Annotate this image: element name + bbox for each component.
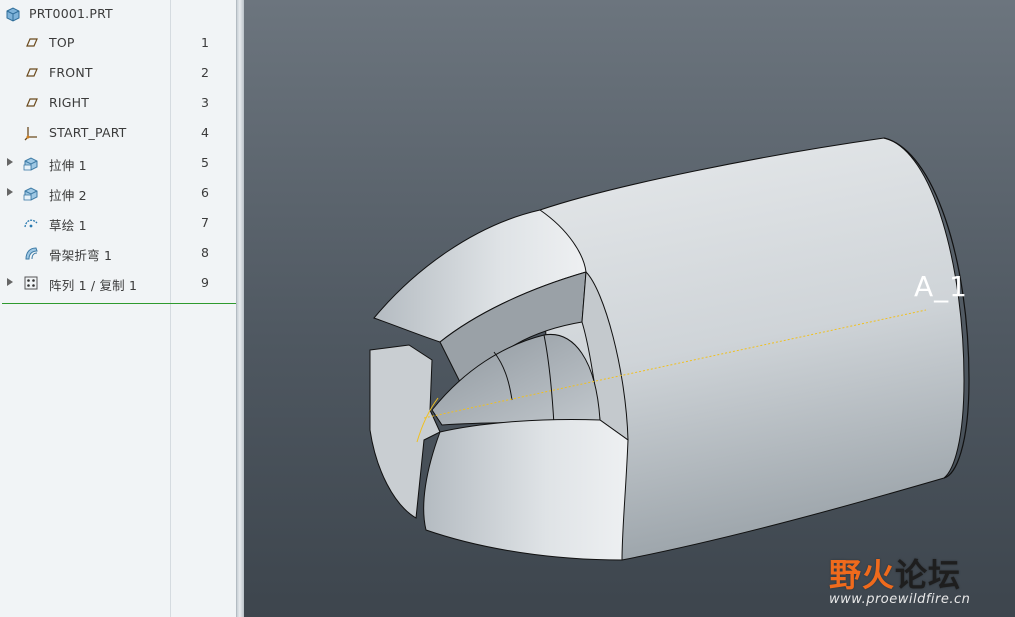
extrude-icon <box>23 187 38 201</box>
part-model-render[interactable] <box>244 0 1015 617</box>
tree-item-label: FRONT <box>49 65 93 80</box>
tree-item-label: TOP <box>49 35 75 50</box>
coordinate-system-icon <box>24 127 37 141</box>
tree-item-number: 1 <box>201 35 209 50</box>
spinal-bend-icon <box>25 247 38 260</box>
tree-root-part[interactable]: PRT0001.PRT <box>0 0 236 28</box>
extrude-icon <box>23 157 38 171</box>
watermark-logo-rest: 论坛 <box>895 556 962 594</box>
tree-item-1[interactable]: TOP 1 <box>0 28 236 58</box>
datum-plane-icon <box>26 98 38 107</box>
datum-plane-icon <box>26 68 38 77</box>
tree-item-number: 7 <box>201 215 209 230</box>
expand-arrow-icon[interactable] <box>7 278 13 286</box>
tree-item-label: 拉伸 2 <box>49 188 87 203</box>
tree-item-8[interactable]: 骨架折弯 1 8 <box>0 238 236 268</box>
pane-splitter[interactable] <box>236 0 244 617</box>
tree-item-number: 9 <box>201 275 209 290</box>
pattern-icon <box>24 276 38 290</box>
tree-item-number: 4 <box>201 125 209 140</box>
tree-item-label: RIGHT <box>49 95 90 110</box>
axis-label-a1: A_1 <box>914 270 968 303</box>
tree-item-label: 骨架折弯 1 <box>49 248 113 263</box>
tree-item-number: 8 <box>201 245 209 260</box>
model-tree: PRT0001.PRT TOP 1 FRONT 2 RIGHT 3 START_PART 4 拉… <box>0 0 236 617</box>
watermark-logo: 野火论坛 <box>829 550 961 596</box>
tree-item-number: 2 <box>201 65 209 80</box>
tree-root-label: PRT0001.PRT <box>29 6 113 21</box>
tree-item-9[interactable]: 阵列 1 / 复制 1 9 <box>0 268 236 298</box>
watermark-url: www.proewildfire.cn <box>829 592 971 607</box>
tree-item-5[interactable]: 拉伸 1 5 <box>0 148 236 178</box>
tree-item-number: 5 <box>201 155 209 170</box>
expand-arrow-icon[interactable] <box>7 158 13 166</box>
tree-insert-line <box>2 303 236 304</box>
tree-item-4[interactable]: START_PART 4 <box>0 118 236 148</box>
expand-arrow-icon[interactable] <box>7 188 13 196</box>
tree-item-label: START_PART <box>49 125 127 140</box>
lower-lobe <box>423 419 629 561</box>
watermark: 野火论坛 www.proewildfire.cn <box>829 545 1009 615</box>
tree-item-number: 3 <box>201 95 209 110</box>
tree-item-label: 阵列 1 / 复制 1 <box>49 278 138 293</box>
tree-item-label: 拉伸 1 <box>49 158 87 173</box>
sketch-icon <box>24 219 38 228</box>
tree-item-label: 草绘 1 <box>49 218 87 233</box>
graphics-viewport[interactable]: A_1 野火论坛 www.proewildfire.cn <box>244 0 1015 617</box>
tree-item-2[interactable]: FRONT 2 <box>0 58 236 88</box>
watermark-logo-accent: 野火 <box>829 556 896 594</box>
datum-plane-icon <box>26 38 38 47</box>
tree-item-3[interactable]: RIGHT 3 <box>0 88 236 118</box>
tree-item-number: 6 <box>201 185 209 200</box>
part-icon <box>6 7 20 22</box>
tree-item-7[interactable]: 草绘 1 7 <box>0 208 236 238</box>
tree-item-6[interactable]: 拉伸 2 6 <box>0 178 236 208</box>
